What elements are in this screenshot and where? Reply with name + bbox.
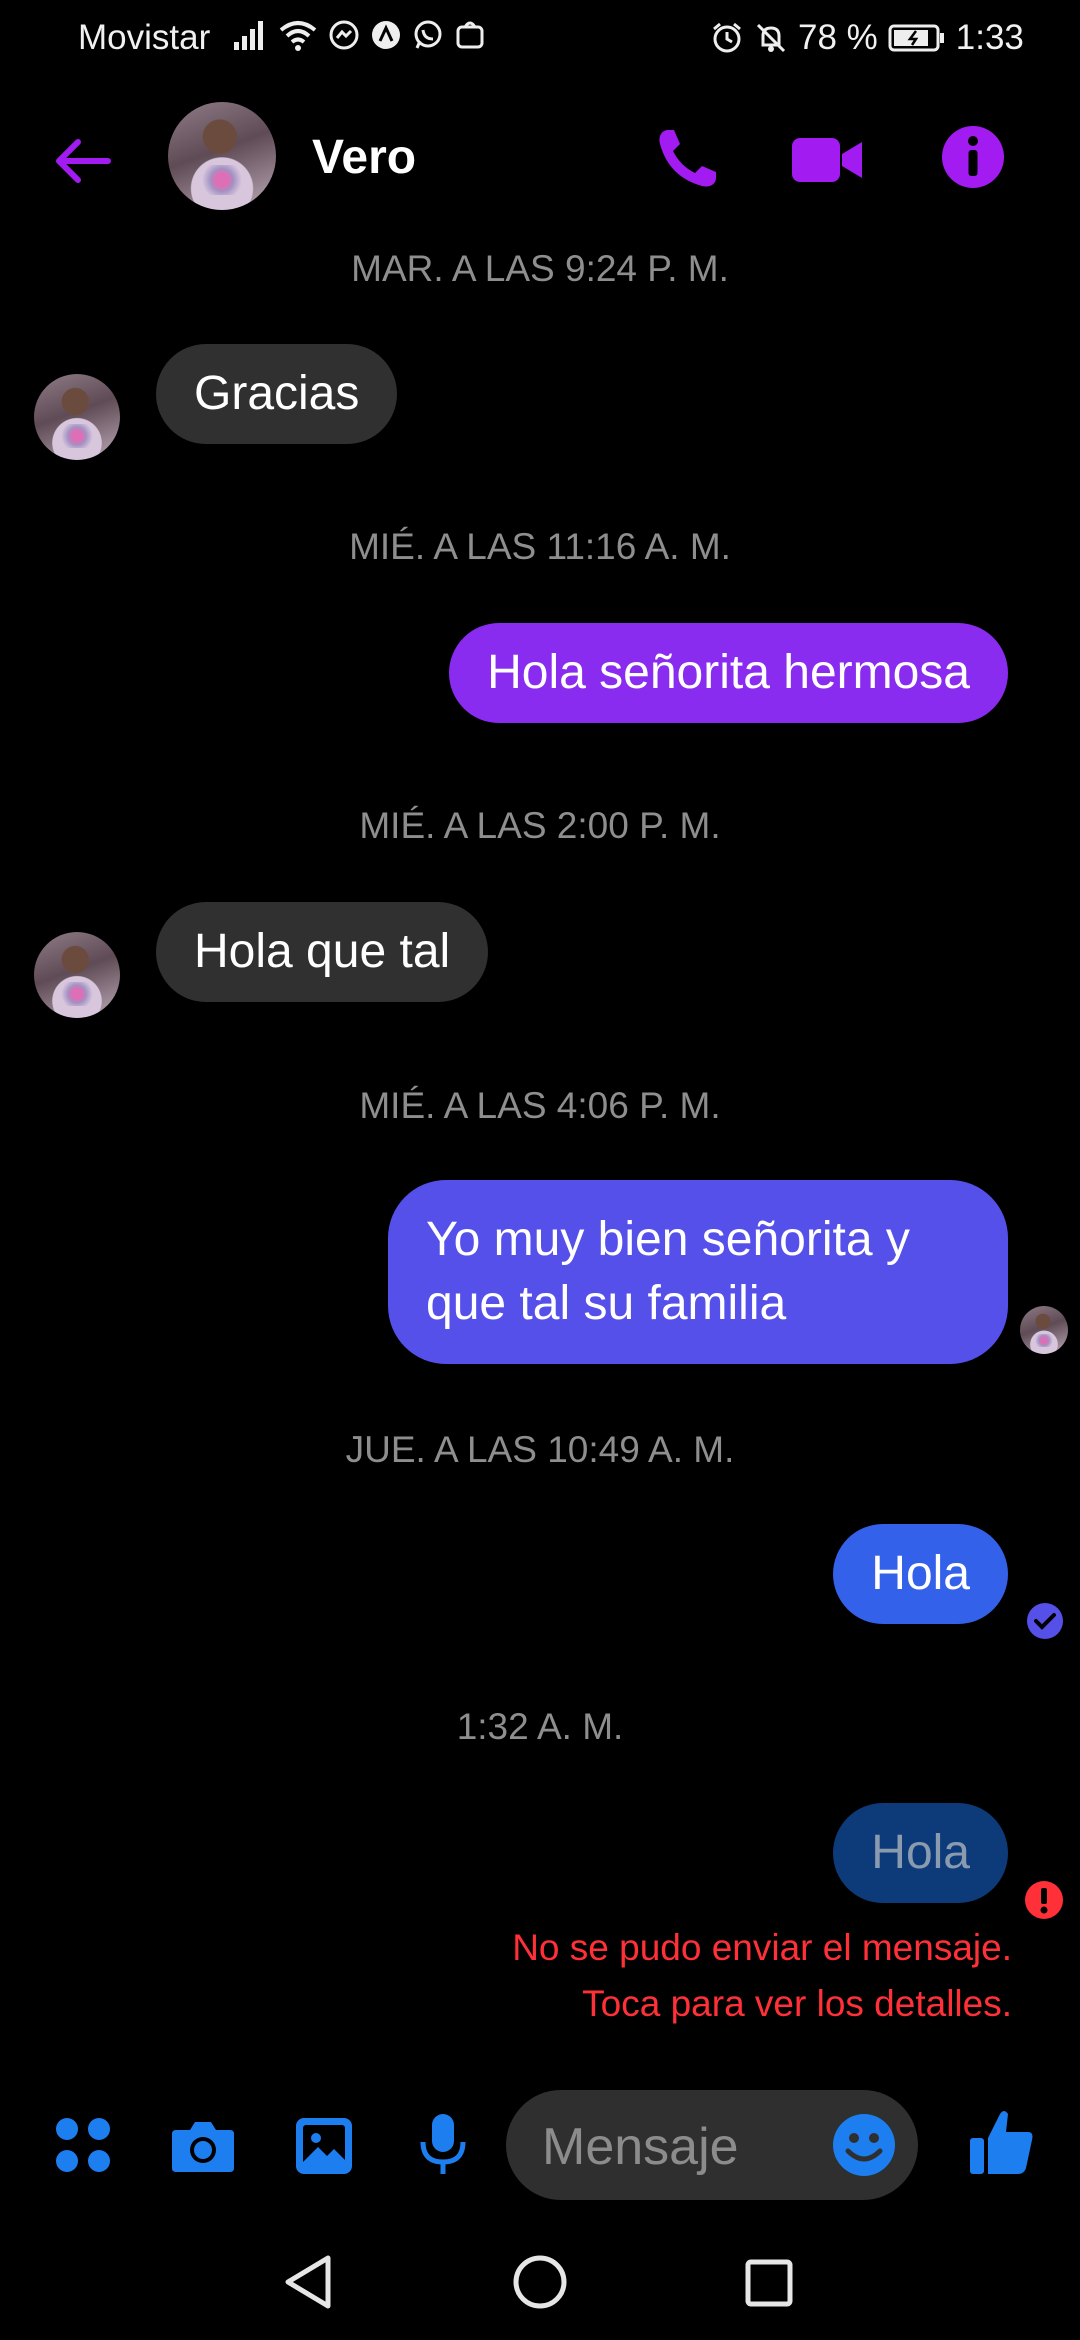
video-camera-icon (792, 138, 862, 182)
message-bubble-incoming[interactable]: Hola que tal (156, 902, 489, 1002)
voice-call-button[interactable] (652, 124, 722, 194)
thumbs-up-icon (970, 2111, 1033, 2174)
nav-back-button[interactable] (282, 2254, 334, 2310)
contact-avatar-small[interactable] (34, 374, 120, 460)
message-bubble-outgoing[interactable]: Yo muy bien señorita y que tal su famili… (388, 1180, 1008, 1364)
battery-charging-icon (888, 24, 944, 52)
phone-icon (659, 130, 716, 187)
message-input[interactable]: Mensaje (506, 2090, 918, 2200)
info-icon (942, 126, 1004, 188)
image-icon (296, 2118, 352, 2174)
back-triangle-icon (285, 2255, 331, 2309)
timestamp: 1:32 A. M. (456, 1706, 624, 1747)
app-notification-icon (372, 21, 400, 49)
recents-square-icon (745, 2259, 793, 2307)
contact-name[interactable]: Vero (312, 130, 416, 185)
send-error-details-link[interactable]: Toca para ver los detalles. (512, 1976, 1012, 2032)
send-error-line: No se pudo enviar el mensaje. (512, 1927, 1012, 1968)
contact-avatar[interactable] (168, 102, 276, 210)
error-alert-icon (1025, 1881, 1063, 1919)
apps-button[interactable] (54, 2116, 112, 2174)
clock-time: 1:33 (955, 18, 1024, 57)
timestamp: MIÉ. A LAS 11:16 A. M. (349, 526, 731, 567)
carrier-name: Movistar (78, 18, 211, 57)
delivered-check-icon (1027, 1603, 1063, 1639)
camera-icon (172, 2122, 234, 2172)
delivered-status (1026, 1602, 1064, 1640)
wifi-icon (279, 21, 317, 51)
signal-icon (234, 21, 263, 50)
back-button[interactable] (50, 128, 116, 194)
emoji-button[interactable] (832, 2113, 896, 2182)
notifications-muted-icon (756, 23, 786, 53)
message-input-placeholder: Mensaje (542, 2118, 739, 2176)
contact-avatar-small[interactable] (34, 932, 120, 1018)
message-bubble-outgoing[interactable]: Hola señorita hermosa (449, 623, 1008, 723)
alarm-icon (713, 22, 741, 53)
video-call-button[interactable] (790, 130, 864, 190)
info-button[interactable] (940, 124, 1006, 190)
nav-home-button[interactable] (512, 2254, 568, 2310)
status-icons-right: 78 % 1:33 (710, 18, 1024, 58)
chat-header: Vero (0, 100, 1080, 220)
status-icons-left (232, 18, 486, 52)
timestamp: JUE. A LAS 10:49 A. M. (345, 1429, 735, 1470)
voice-message-button[interactable] (418, 2112, 468, 2178)
nav-recents-button[interactable] (744, 2258, 794, 2308)
timestamp: MIÉ. A LAS 2:00 P. M. (359, 805, 721, 846)
like-button[interactable] (968, 2108, 1036, 2178)
failed-status[interactable] (1024, 1880, 1064, 1920)
message-bubble-outgoing[interactable]: Hola (833, 1524, 1008, 1624)
home-circle-icon (513, 2255, 567, 2309)
gallery-button[interactable] (294, 2116, 354, 2176)
seen-indicator-avatar (1020, 1306, 1068, 1354)
microphone-icon (420, 2114, 466, 2174)
status-bar: Movistar 78 % 1:33 (0, 0, 1080, 76)
messenger-notification-icon (329, 20, 359, 50)
battery-percent: 78 % (798, 18, 878, 57)
send-error-message[interactable]: No se pudo enviar el mensaje. Toca para … (512, 1920, 1012, 2032)
message-bubble-incoming[interactable]: Gracias (156, 344, 398, 444)
app-store-icon (456, 21, 484, 49)
message-bubble-failed[interactable]: Hola (833, 1803, 1008, 1903)
apps-grid-icon (56, 2118, 110, 2172)
back-arrow-icon (56, 139, 111, 183)
emoji-icon (833, 2114, 895, 2176)
timestamp: MAR. A LAS 9:24 P. M. (351, 248, 729, 289)
camera-button[interactable] (170, 2118, 236, 2174)
timestamp: MIÉ. A LAS 4:06 P. M. (359, 1085, 721, 1126)
whatsapp-icon (414, 20, 442, 49)
